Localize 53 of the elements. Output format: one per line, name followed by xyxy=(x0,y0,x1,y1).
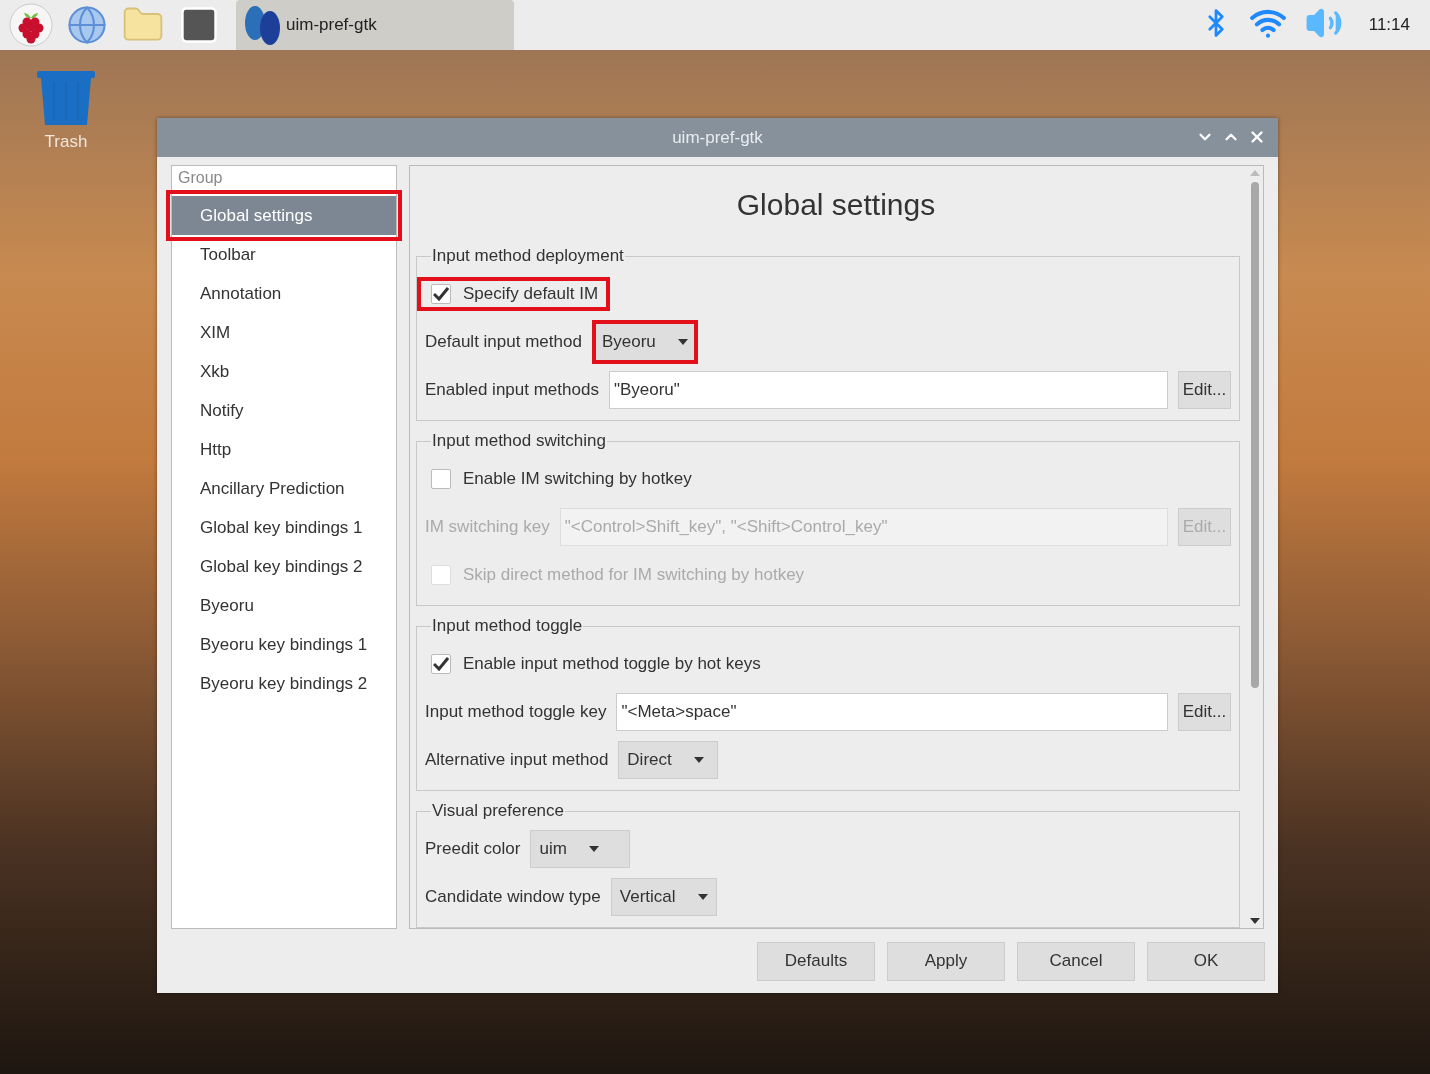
checkbox-option[interactable]: Enable input method toggle by hot keys xyxy=(417,647,773,681)
dropdown-arrow-icon xyxy=(697,894,708,900)
checkbox-option[interactable]: Specify default IM xyxy=(417,277,611,311)
dropdown[interactable]: Vertical xyxy=(610,878,717,916)
edit-button[interactable]: Edit... xyxy=(1178,693,1231,731)
group-item[interactable]: Xkb xyxy=(172,352,396,391)
group-title: Input method toggle xyxy=(431,616,584,636)
clock: 11:14 xyxy=(1368,15,1410,35)
group-title: Visual preference xyxy=(431,801,565,821)
list-header: Group xyxy=(177,168,224,188)
dropdown[interactable]: Direct xyxy=(618,741,719,779)
field-label: Preedit color xyxy=(425,839,521,859)
group-item[interactable]: Byeoru key bindings 2 xyxy=(172,664,396,703)
dropdown-arrow-icon xyxy=(677,339,688,345)
field-label: IM switching key xyxy=(425,517,550,537)
trash-bin-icon[interactable] xyxy=(36,70,96,126)
checkbox-option[interactable]: Enable IM switching by hotkey xyxy=(417,462,704,496)
page-heading: Global settings xyxy=(735,187,937,223)
field-label: Enabled input methods xyxy=(425,380,599,400)
dropdown[interactable]: Byeoru xyxy=(591,320,698,364)
scroll-down-arrow-icon[interactable] xyxy=(1249,918,1260,924)
group-item[interactable]: Toolbar xyxy=(172,235,396,274)
group-title: Input method deployment xyxy=(431,246,625,266)
check-icon xyxy=(433,657,449,671)
dialog-button[interactable]: Defaults xyxy=(757,941,875,981)
group-item[interactable]: Byeoru xyxy=(172,586,396,625)
dropdown-arrow-icon xyxy=(693,757,704,763)
window-title: uim-pref-gtk xyxy=(672,127,763,148)
group-item[interactable]: Annotation xyxy=(172,274,396,313)
group-item[interactable]: Http xyxy=(172,430,396,469)
field-label: Alternative input method xyxy=(425,750,609,770)
group-item[interactable]: Byeoru key bindings 1 xyxy=(172,625,396,664)
dialog-button[interactable]: OK xyxy=(1147,941,1265,981)
field-label: Input method toggle key xyxy=(425,702,607,722)
input-field[interactable]: "<Meta>space" xyxy=(616,693,1168,731)
group-item[interactable]: Ancillary Prediction xyxy=(172,469,396,508)
dialog-button[interactable]: Cancel xyxy=(1017,941,1135,981)
dialog-button[interactable]: Apply xyxy=(887,941,1005,981)
field-label: Default input method xyxy=(425,332,582,352)
edit-button[interactable]: Edit... xyxy=(1178,371,1231,409)
group-item[interactable]: Global key bindings 2 xyxy=(172,547,396,586)
group-item[interactable]: Notify xyxy=(172,391,396,430)
group-item[interactable]: Global key bindings 1 xyxy=(172,508,396,547)
check-icon xyxy=(433,287,449,301)
group-title: Input method switching xyxy=(431,431,607,451)
input-field[interactable]: "Byeoru" xyxy=(608,371,1168,409)
dropdown[interactable]: uim xyxy=(530,830,631,868)
group-item[interactable]: XIM xyxy=(172,313,396,352)
scroll-up-arrow-icon[interactable] xyxy=(1249,170,1260,176)
raspberry-menu-icon[interactable] xyxy=(8,2,54,48)
taskbar-window-button[interactable]: uim-pref-gtk xyxy=(236,0,514,50)
dropdown-arrow-icon xyxy=(588,846,599,852)
field-label: Candidate window type xyxy=(425,887,601,907)
